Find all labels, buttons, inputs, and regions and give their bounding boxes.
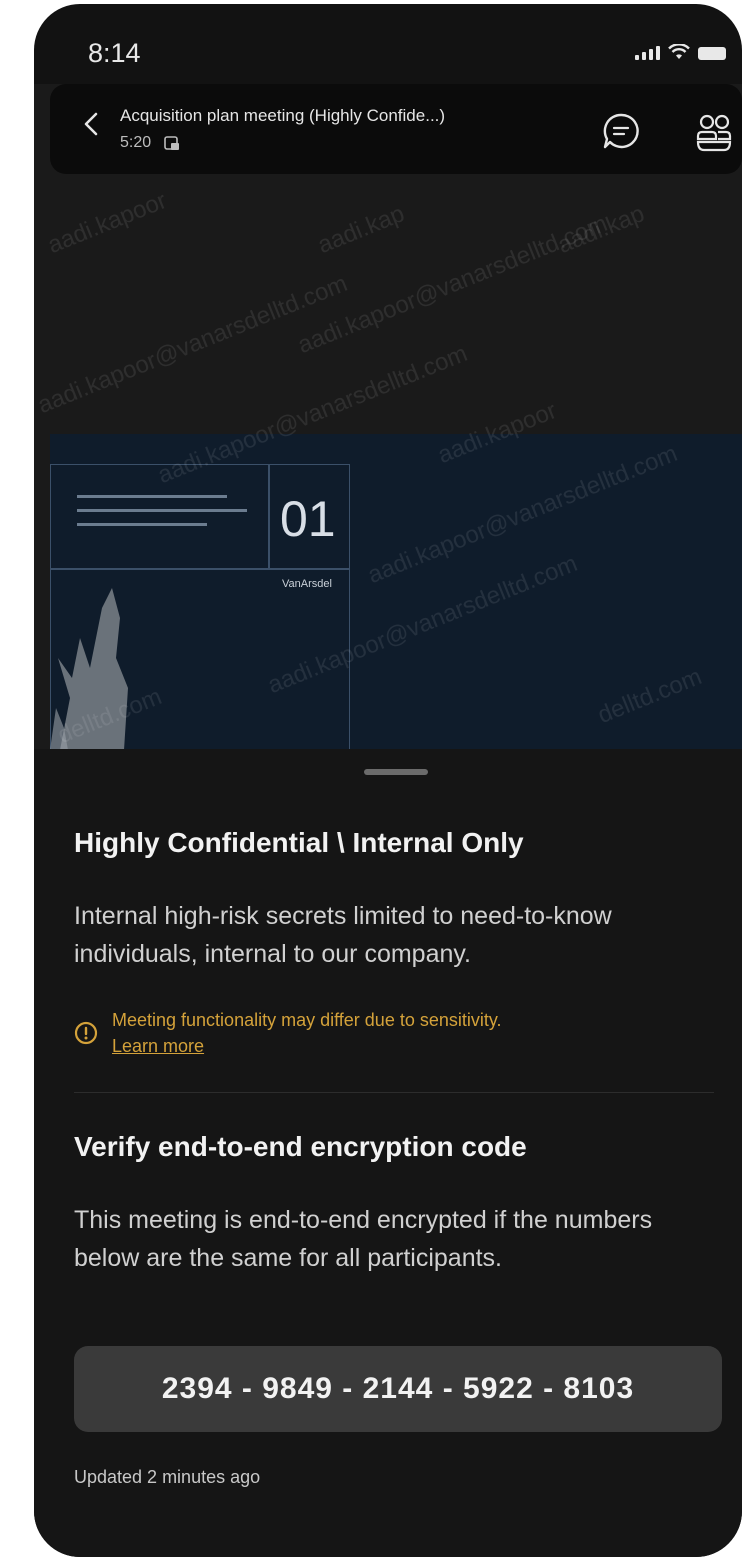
watermark-text: aadi.kap xyxy=(314,200,409,260)
back-chevron-icon[interactable] xyxy=(80,112,104,136)
signal-icon xyxy=(635,46,660,60)
meeting-title: Acquisition plan meeting (Highly Confide… xyxy=(120,106,446,125)
meeting-header: Acquisition plan meeting (Highly Confide… xyxy=(50,84,742,174)
sensitivity-label-title: Highly Confidential \ Internal Only xyxy=(74,827,524,858)
phone-screen: 8:14 01 VanArsdel aadi.kapoor aadi.kap a… xyxy=(34,4,742,1557)
sheet-drag-handle[interactable] xyxy=(364,769,428,775)
encryption-description: This meeting is end-to-end encrypted if … xyxy=(74,1206,653,1272)
status-icons xyxy=(635,44,726,60)
encryption-code: 2394 - 9849 - 2144 - 5922 - 8103 xyxy=(74,1346,722,1432)
info-circle-icon xyxy=(74,1021,98,1045)
meeting-duration: 5:20 xyxy=(120,134,152,151)
status-bar: 8:14 xyxy=(34,4,742,84)
slide-subtitle: VanArsdel xyxy=(282,578,332,590)
slide-number: 01 xyxy=(280,491,336,547)
sensitivity-warning: Meeting functionality may differ due to … xyxy=(74,1007,502,1059)
chat-icon[interactable] xyxy=(602,112,640,150)
watermark-text: aadi.kapoor xyxy=(44,187,171,260)
info-bottom-sheet: Highly Confidential \ Internal Only Inte… xyxy=(34,749,742,1557)
learn-more-link[interactable]: Learn more xyxy=(112,1033,502,1059)
people-icon[interactable] xyxy=(694,112,734,152)
sensitivity-label-description: Internal high-risk secrets limited to ne… xyxy=(74,902,612,968)
wifi-icon xyxy=(668,44,690,59)
warning-text: Meeting functionality may differ due to … xyxy=(112,1010,502,1030)
meeting-subtitle: 5:20 xyxy=(120,134,181,152)
divider xyxy=(74,1092,714,1093)
shared-content-area: 01 VanArsdel aadi.kapoor aadi.kap aadi.k… xyxy=(34,84,742,749)
status-time: 8:14 xyxy=(88,38,141,68)
code-updated-time: Updated 2 minutes ago xyxy=(74,1467,261,1487)
encryption-title: Verify end-to-end encryption code xyxy=(74,1131,527,1162)
sensitivity-label-icon xyxy=(164,136,180,150)
battery-icon xyxy=(698,47,726,60)
